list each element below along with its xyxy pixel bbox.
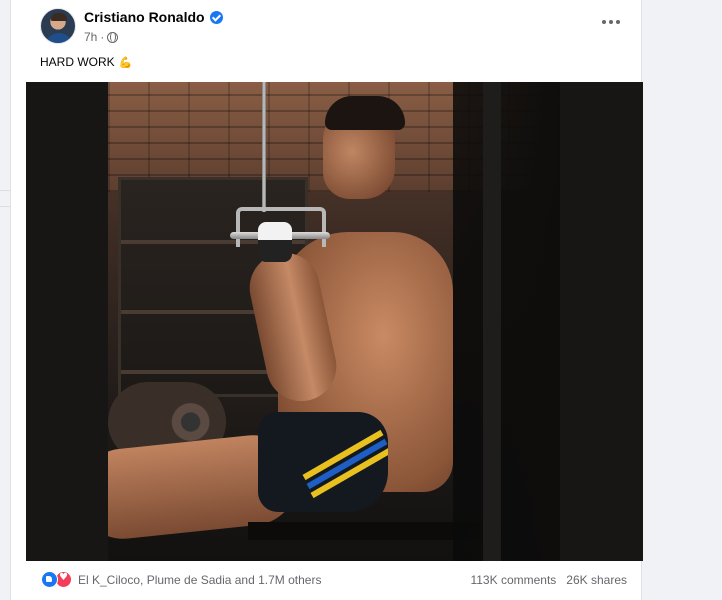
engagement-counts: 113K comments 26K shares [470,573,627,587]
reactions-summary-text[interactable]: El K_Ciloco, Plume de Sadia and 1.7M oth… [78,573,321,587]
caption-text: HARD WORK [40,55,115,69]
meta-separator: · [100,30,105,44]
dot-icon [609,20,613,24]
photo-scene [108,82,560,561]
author-avatar[interactable] [40,8,76,44]
globe-icon[interactable] [107,31,119,43]
author-name[interactable]: Cristiano Ronaldo [84,9,205,25]
reactions-summary[interactable]: El K_Ciloco, Plume de Sadia and 1.7M oth… [41,571,321,588]
machine-cable [262,82,266,212]
dot-icon [602,20,606,24]
post-photo[interactable] [26,82,643,561]
post-timestamp[interactable]: 7h [84,30,97,44]
more-options-button[interactable] [599,14,623,30]
avatar-shirt [45,33,73,43]
athlete-glove [258,222,292,262]
athlete-shorts [258,412,388,512]
shares-count[interactable]: 26K shares [566,573,627,587]
shorts-stripe [302,429,384,481]
verified-badge-icon [209,10,223,24]
gutter-divider [0,190,10,191]
left-gutter [0,0,10,600]
post-caption: HARD WORK 💪 [40,55,132,69]
shorts-stripe [310,447,388,499]
like-reaction-icon [41,571,58,588]
avatar-hair [51,13,67,21]
shorts-stripe [306,438,388,490]
post-header: Cristiano Ronaldo 7h · [11,0,641,56]
post-meta: 7h · [84,30,119,44]
comments-count[interactable]: 113K comments [470,573,556,587]
gutter-divider [0,206,10,207]
post-card: Cristiano Ronaldo 7h · HARD WORK 💪 ♥ El … [10,0,643,600]
athlete-hair [325,96,405,130]
author-row: Cristiano Ronaldo [84,9,223,25]
dot-icon [616,20,620,24]
machine-frame [453,82,560,561]
post-footer: El K_Ciloco, Plume de Sadia and 1.7M oth… [11,561,641,600]
flexed-biceps-icon: 💪 [118,56,133,69]
